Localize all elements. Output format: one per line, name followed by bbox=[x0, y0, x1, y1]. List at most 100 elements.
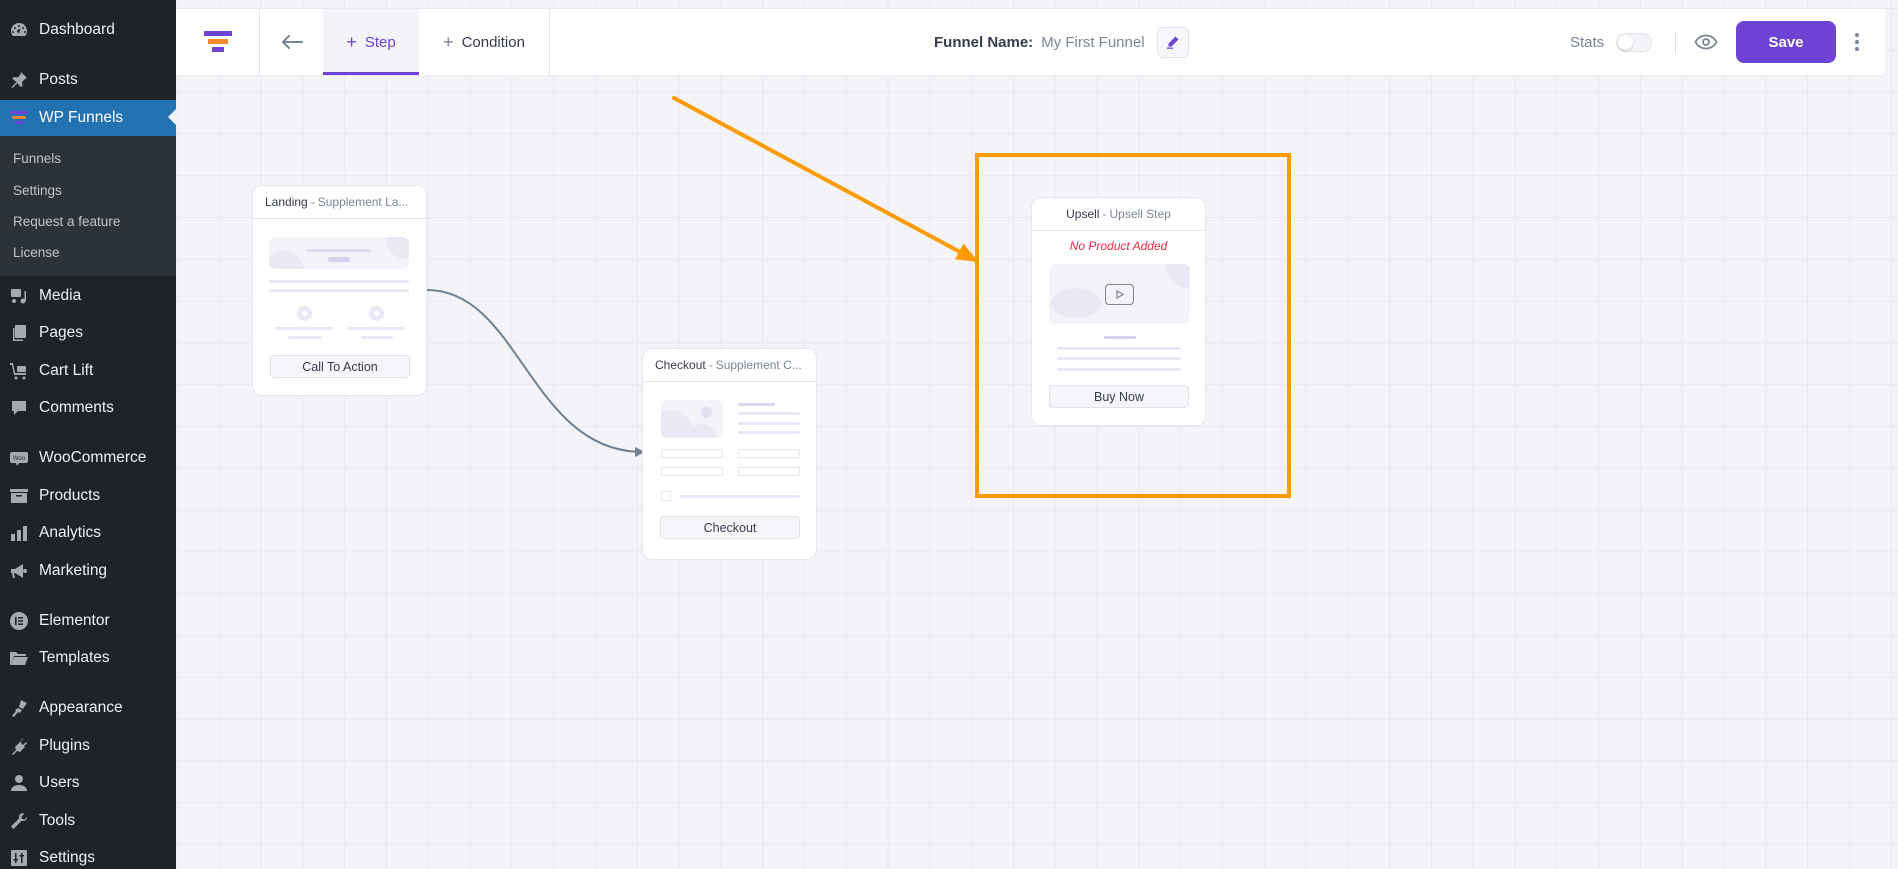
card-header: Checkout - Supplement C... bbox=[643, 349, 816, 382]
plug-icon bbox=[9, 736, 29, 756]
sidebar-item-products[interactable]: Products bbox=[0, 479, 176, 513]
sidebar-item-tools[interactable]: Tools bbox=[0, 804, 176, 838]
dot bbox=[1855, 33, 1859, 37]
sidebar-item-pages[interactable]: Pages bbox=[0, 316, 176, 350]
sidebar-item-label: WooCommerce bbox=[39, 449, 147, 466]
elementor-icon bbox=[9, 611, 29, 631]
sidebar-item-posts[interactable]: Posts bbox=[0, 63, 176, 97]
sidebar-item-label: Marketing bbox=[39, 562, 108, 579]
sidebar-item-label: Media bbox=[39, 287, 82, 304]
sidebar-item-label: Tools bbox=[39, 812, 76, 829]
sidebar-item-analytics[interactable]: Analytics bbox=[0, 516, 176, 550]
sidebar-item-comments[interactable]: Comments bbox=[0, 391, 176, 425]
funnel-name-label: Funnel Name: bbox=[934, 33, 1034, 51]
card-name: Supplement La... bbox=[317, 195, 409, 209]
sliders-icon bbox=[9, 848, 29, 868]
admin-sidebar: Dashboard Posts WP Funnels Funnels Setti… bbox=[0, 0, 176, 869]
submenu-request-feature[interactable]: Request a feature bbox=[13, 214, 120, 229]
woo-icon: Woo bbox=[9, 448, 29, 468]
card-name: Upsell Step bbox=[1109, 207, 1171, 221]
step-card-landing[interactable]: Landing - Supplement La... Call To Actio… bbox=[252, 185, 427, 396]
wp-funnels-submenu: Funnels Settings Request a feature Licen… bbox=[0, 136, 176, 276]
cart-icon bbox=[9, 361, 29, 381]
sidebar-item-label: Dashboard bbox=[39, 21, 115, 38]
tab-step[interactable]: + Step bbox=[323, 9, 419, 75]
sidebar-item-label: Settings bbox=[39, 849, 96, 866]
save-button[interactable]: Save bbox=[1736, 21, 1836, 63]
sidebar-item-elementor[interactable]: Elementor bbox=[0, 604, 176, 638]
sidebar-item-label: Templates bbox=[39, 649, 110, 666]
sidebar-item-label: WP Funnels bbox=[39, 109, 124, 126]
sidebar-item-media[interactable]: Media bbox=[0, 279, 176, 313]
step-card-upsell[interactable]: Upsell - Upsell Step No Product Added Bu… bbox=[1031, 197, 1206, 426]
stats-toggle[interactable] bbox=[1616, 32, 1653, 52]
edit-funnel-name-button[interactable] bbox=[1156, 26, 1189, 58]
sidebar-item-users[interactable]: Users bbox=[0, 766, 176, 800]
funnel-name-group: Funnel Name: My First Funnel bbox=[934, 9, 1189, 75]
toolbar-divider bbox=[1675, 31, 1676, 53]
pin-icon bbox=[9, 70, 29, 90]
folder-icon bbox=[9, 648, 29, 668]
bar-chart-icon bbox=[9, 523, 29, 543]
sidebar-item-wp-funnels[interactable]: WP Funnels bbox=[0, 100, 176, 136]
svg-text:Woo: Woo bbox=[13, 456, 26, 462]
call-to-action-button[interactable]: Call To Action bbox=[270, 355, 410, 378]
sidebar-item-woocommerce[interactable]: Woo WooCommerce bbox=[0, 441, 176, 475]
submenu-license[interactable]: License bbox=[13, 245, 60, 260]
sidebar-item-label: Cart Lift bbox=[39, 362, 94, 379]
stats-label: Stats bbox=[1570, 33, 1605, 51]
preview-button[interactable] bbox=[1692, 30, 1720, 54]
sidebar-item-dashboard[interactable]: Dashboard bbox=[0, 13, 176, 47]
sidebar-item-cart-lift[interactable]: Cart Lift bbox=[0, 354, 176, 388]
funnel-logo-icon bbox=[203, 31, 232, 52]
play-icon bbox=[1105, 284, 1134, 305]
sidebar-item-label: Appearance bbox=[39, 699, 123, 716]
comment-icon bbox=[9, 398, 29, 418]
sidebar-item-plugins[interactable]: Plugins bbox=[0, 729, 176, 763]
submenu-funnels[interactable]: Funnels bbox=[13, 151, 61, 166]
no-product-warning: No Product Added bbox=[1069, 239, 1168, 253]
eye-icon bbox=[1694, 34, 1718, 50]
archive-icon bbox=[9, 486, 29, 506]
sidebar-item-label: Elementor bbox=[39, 612, 110, 629]
card-type: Landing bbox=[265, 195, 308, 209]
pencil-icon bbox=[1166, 36, 1179, 49]
tab-label: Condition bbox=[461, 33, 525, 51]
step-card-checkout[interactable]: Checkout - Supplement C... Checkout bbox=[642, 348, 817, 560]
wrench-icon bbox=[9, 811, 29, 831]
plus-icon: + bbox=[346, 31, 357, 52]
sidebar-item-label: Products bbox=[39, 487, 101, 504]
buy-now-button[interactable]: Buy Now bbox=[1049, 385, 1189, 408]
sidebar-item-marketing[interactable]: Marketing bbox=[0, 554, 176, 588]
funnel-canvas[interactable] bbox=[176, 0, 1898, 869]
checkout-button[interactable]: Checkout bbox=[660, 516, 800, 539]
sidebar-item-label: Pages bbox=[39, 324, 83, 341]
stats-group: Stats bbox=[1570, 9, 1653, 75]
sidebar-item-label: Plugins bbox=[39, 737, 90, 754]
dashboard-icon bbox=[9, 20, 29, 40]
funnel-name-value: My First Funnel bbox=[1041, 33, 1145, 51]
dot bbox=[1855, 40, 1859, 44]
sidebar-item-appearance[interactable]: Appearance bbox=[0, 691, 176, 725]
back-button[interactable] bbox=[260, 9, 323, 75]
arrow-left-icon bbox=[281, 35, 303, 49]
sidebar-item-templates[interactable]: Templates bbox=[0, 641, 176, 675]
tab-condition[interactable]: + Condition bbox=[419, 9, 550, 75]
sidebar-item-label: Analytics bbox=[39, 524, 102, 541]
card-header: Landing - Supplement La... bbox=[253, 186, 426, 219]
tab-label: Step bbox=[364, 33, 396, 51]
wpfunnels-logo[interactable] bbox=[176, 9, 260, 75]
pages-icon bbox=[9, 323, 29, 343]
user-icon bbox=[9, 773, 29, 793]
sidebar-item-settings[interactable]: Settings bbox=[0, 841, 176, 869]
brush-icon bbox=[9, 698, 29, 718]
card-type: Upsell bbox=[1066, 207, 1100, 221]
funnel-icon bbox=[9, 108, 29, 128]
funnel-toolbar: + Step + Condition Funnel Name: My First… bbox=[176, 9, 1885, 75]
sidebar-item-label: Posts bbox=[39, 71, 78, 88]
megaphone-icon bbox=[9, 561, 29, 581]
card-header: Upsell - Upsell Step bbox=[1032, 198, 1205, 231]
submenu-settings[interactable]: Settings bbox=[13, 183, 62, 198]
card-name: Supplement C... bbox=[715, 358, 802, 372]
more-options-button[interactable] bbox=[1850, 29, 1864, 55]
